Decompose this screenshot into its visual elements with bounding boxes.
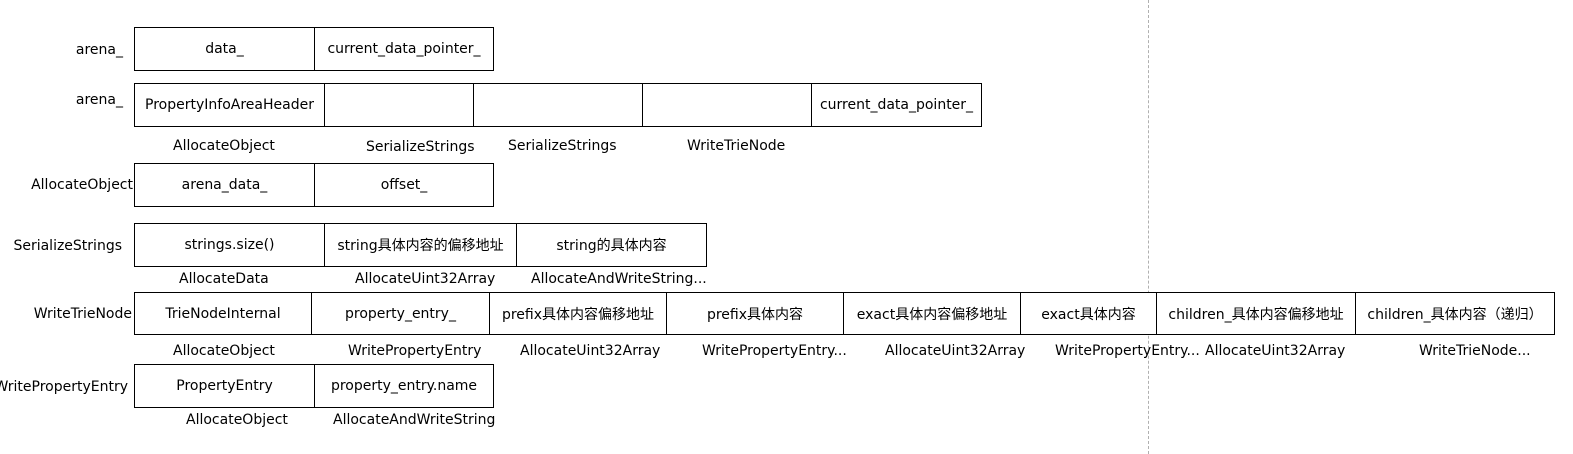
caption-allocate-and-write-string-2: AllocateAndWriteString	[333, 412, 496, 428]
caption-allocate-uint32-array-2: AllocateUint32Array	[520, 343, 661, 359]
row-label-arena-1: arena_	[75, 42, 123, 58]
caption-write-trie-node-2: WriteTrieNode...	[1419, 343, 1531, 359]
cell-property-entry-struct: PropertyEntry	[134, 364, 315, 408]
cell-children-content-recursive: children_具体内容（递归）	[1355, 292, 1555, 335]
caption-allocate-uint32-array-4: AllocateUint32Array	[1205, 343, 1346, 359]
cell-data: data_	[134, 27, 315, 71]
caption-allocate-object-2: AllocateObject	[173, 343, 275, 359]
cell-empty-3	[642, 83, 812, 127]
cell-string-offset-address: string具体内容的偏移地址	[324, 223, 517, 267]
cell-property-entry: property_entry_	[311, 292, 490, 335]
cell-current-data-pointer: current_data_pointer_	[314, 27, 494, 71]
cell-arena-data: arena_data_	[134, 163, 315, 207]
cell-trie-node-internal: TrieNodeInternal	[134, 292, 312, 335]
row-label-serialize-strings: SerializeStrings	[13, 238, 122, 254]
caption-serialize-strings-2: SerializeStrings	[508, 138, 617, 154]
cell-empty-1	[324, 83, 474, 127]
cell-exact-offset-address: exact具体内容偏移地址	[843, 292, 1021, 335]
cell-exact-content: exact具体内容	[1020, 292, 1157, 335]
cell-property-info-area-header: PropertyInfoAreaHeader	[134, 83, 325, 127]
caption-allocate-uint32-array-1: AllocateUint32Array	[355, 271, 496, 287]
caption-write-property-entry-1: WritePropertyEntry	[348, 343, 482, 359]
cell-current-data-pointer-2: current_data_pointer_	[811, 83, 982, 127]
caption-allocate-object: AllocateObject	[173, 138, 275, 154]
cell-strings-size: strings.size()	[134, 223, 325, 267]
caption-write-property-entry-2: WritePropertyEntry...	[702, 343, 847, 359]
row-label-arena-2: arena_	[75, 92, 123, 108]
row-label-write-trie-node: WriteTrieNode	[33, 306, 132, 322]
cell-empty-2	[473, 83, 643, 127]
caption-allocate-object-3: AllocateObject	[186, 412, 288, 428]
vertical-dashed-divider	[1148, 0, 1149, 454]
row-label-write-property-entry: WritePropertyEntry	[0, 379, 128, 395]
cell-prefix-content: prefix具体内容	[666, 292, 844, 335]
row-label-allocate-object: AllocateObject	[31, 177, 133, 193]
caption-allocate-uint32-array-3: AllocateUint32Array	[885, 343, 1026, 359]
cell-children-offset-address: children_具体内容偏移地址	[1156, 292, 1356, 335]
cell-offset: offset_	[314, 163, 494, 207]
cell-property-entry-name: property_entry.name	[314, 364, 494, 408]
caption-allocate-data: AllocateData	[179, 271, 269, 287]
cell-prefix-offset-address: prefix具体内容偏移地址	[489, 292, 667, 335]
caption-serialize-strings-1: SerializeStrings	[366, 139, 475, 155]
caption-write-trie-node: WriteTrieNode	[687, 138, 786, 154]
caption-allocate-and-write-string-1: AllocateAndWriteString...	[531, 271, 707, 287]
cell-string-content: string的具体内容	[516, 223, 707, 267]
caption-write-property-entry-3: WritePropertyEntry...	[1055, 343, 1200, 359]
